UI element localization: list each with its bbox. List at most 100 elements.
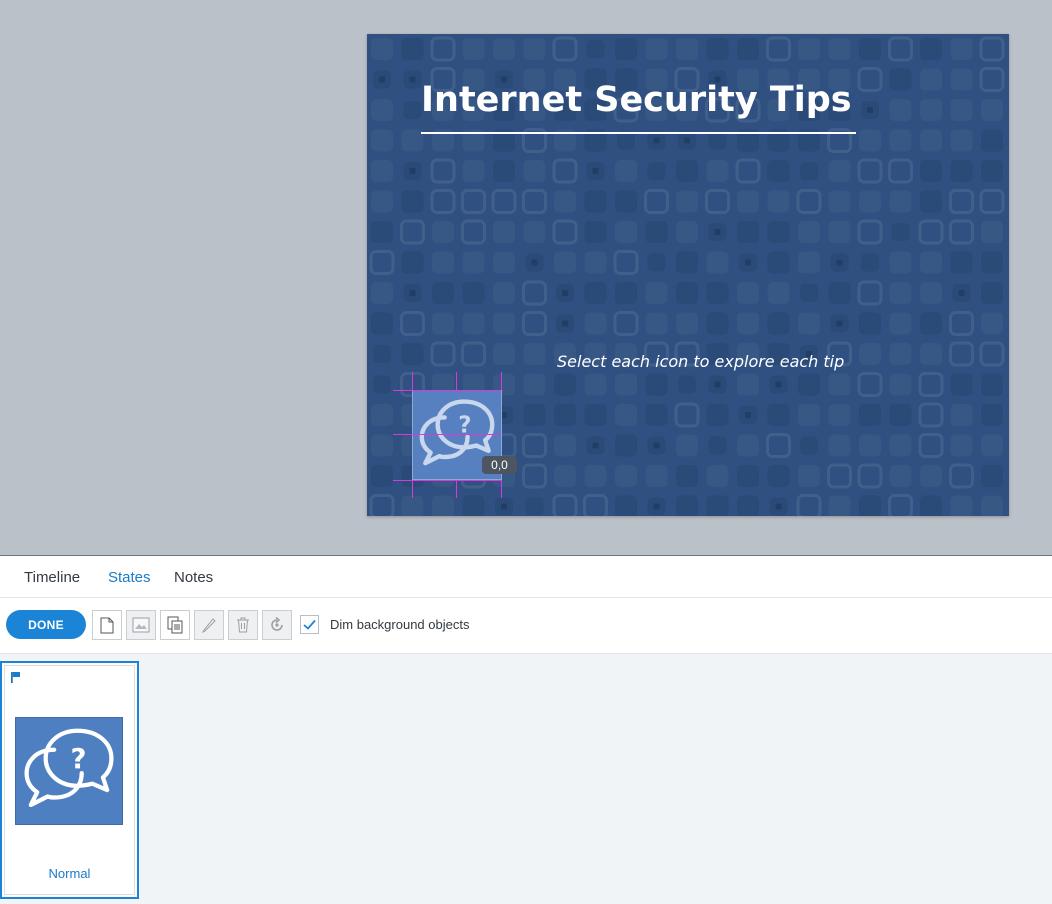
pattern-tile: [371, 312, 393, 335]
pattern-tile: [767, 251, 790, 274]
pattern-tile: [706, 38, 729, 60]
pattern-tile: [676, 38, 698, 60]
image-state-button[interactable]: [126, 610, 156, 640]
pattern-tile: [371, 221, 393, 243]
pattern-dot: [531, 259, 538, 266]
pattern-tile: [920, 160, 942, 182]
stage-canvas: Internet Security Tips Select each icon …: [0, 0, 1052, 555]
pattern-tile: [401, 190, 424, 213]
pattern-tile: [920, 465, 942, 487]
panel-tabs: Timeline States Notes: [0, 556, 1052, 598]
tab-notes[interactable]: Notes: [174, 569, 213, 586]
slide-instruction-text[interactable]: Select each icon to explore each tip: [557, 352, 844, 371]
flag-icon: [11, 672, 20, 683]
pattern-tile: [737, 495, 759, 516]
state-thumbnail: ?: [15, 717, 123, 825]
pattern-tile: [493, 312, 515, 335]
edit-state-button[interactable]: [194, 610, 224, 640]
new-state-button[interactable]: [92, 610, 122, 640]
pattern-tile: [615, 221, 637, 243]
pattern-tile: [645, 373, 668, 396]
pattern-tile: [767, 312, 790, 335]
pattern-tile: [461, 189, 486, 214]
pattern-tile: [462, 251, 485, 274]
pattern-tile: [918, 372, 944, 397]
pattern-tile: [981, 129, 1003, 152]
pattern-tile: [828, 190, 851, 213]
pattern-tile: [583, 494, 608, 516]
pattern-dot: [836, 259, 843, 266]
pattern-tile: [554, 251, 576, 274]
pattern-dot: [409, 76, 416, 83]
pattern-dot: [562, 320, 568, 327]
pattern-dot: [653, 442, 660, 449]
pattern-tile: [950, 99, 973, 121]
pattern-tile: [981, 495, 1003, 516]
pattern-tile: [889, 434, 912, 457]
state-card-normal[interactable]: ? Normal: [0, 661, 139, 899]
delete-state-button[interactable]: [228, 610, 258, 640]
pattern-tile: [920, 99, 942, 121]
pattern-tile: [889, 312, 912, 335]
dim-background-checkbox[interactable]: [300, 615, 319, 634]
pattern-tile: [369, 250, 395, 275]
pattern-tile: [493, 282, 515, 304]
pattern-tile: [859, 434, 881, 457]
pattern-tile: [430, 189, 456, 214]
pattern-tile: [371, 99, 393, 121]
pattern-tile: [981, 99, 1003, 121]
slide-title[interactable]: Internet Security Tips: [421, 80, 852, 120]
svg-text:?: ?: [71, 743, 87, 775]
pattern-tile: [767, 282, 790, 304]
pattern-tile: [586, 40, 605, 58]
pattern-tile: [950, 68, 973, 91]
pattern-dot: [745, 259, 751, 266]
reset-state-button[interactable]: [262, 610, 292, 640]
pattern-tile: [373, 345, 391, 363]
pattern-tile: [371, 404, 393, 426]
pattern-tile: [828, 38, 851, 60]
pattern-tile: [859, 129, 881, 152]
delete-state-icon: [237, 617, 249, 633]
pattern-tile: [767, 190, 790, 213]
pattern-tile: [676, 221, 698, 243]
pattern-tile: [708, 436, 727, 455]
pattern-tile: [737, 221, 759, 243]
slide[interactable]: Internet Security Tips Select each icon …: [367, 34, 1009, 516]
dim-background-label: Dim background objects: [330, 617, 470, 632]
duplicate-state-button[interactable]: [160, 610, 190, 640]
tab-states[interactable]: States: [108, 569, 151, 586]
tab-timeline[interactable]: Timeline: [24, 569, 80, 586]
pattern-tile: [889, 282, 912, 304]
pattern-tile: [617, 131, 635, 150]
pattern-tile: [981, 404, 1003, 426]
pattern-tile: [949, 189, 974, 214]
pattern-tile: [645, 282, 668, 304]
pattern-tile: [737, 434, 759, 457]
pattern-tile: [613, 311, 639, 336]
pattern-tile: [889, 129, 912, 152]
pattern-tile: [523, 160, 546, 182]
pattern-tile: [737, 282, 759, 304]
pattern-tile: [891, 223, 910, 241]
pattern-tile: [857, 158, 883, 184]
pattern-tile: [857, 67, 883, 92]
chat-question-icon: ?: [24, 728, 114, 808]
pattern-tile: [766, 36, 791, 62]
pattern-tile: [920, 343, 942, 365]
pattern-tile: [645, 312, 668, 335]
pattern-tile: [584, 465, 607, 487]
guide-horizontal-middle: [393, 434, 501, 435]
pattern-tile: [798, 373, 820, 396]
pattern-tile: [554, 404, 576, 426]
pattern-tile: [888, 36, 913, 62]
pattern-tile: [461, 341, 486, 367]
pattern-tile: [828, 160, 851, 182]
pattern-tile: [371, 465, 393, 487]
pattern-tile: [981, 465, 1003, 487]
pattern-tile: [554, 190, 576, 213]
pattern-tile: [889, 465, 912, 487]
pattern-tile: [859, 38, 881, 60]
done-button[interactable]: DONE: [6, 610, 86, 639]
pattern-tile: [493, 160, 515, 182]
